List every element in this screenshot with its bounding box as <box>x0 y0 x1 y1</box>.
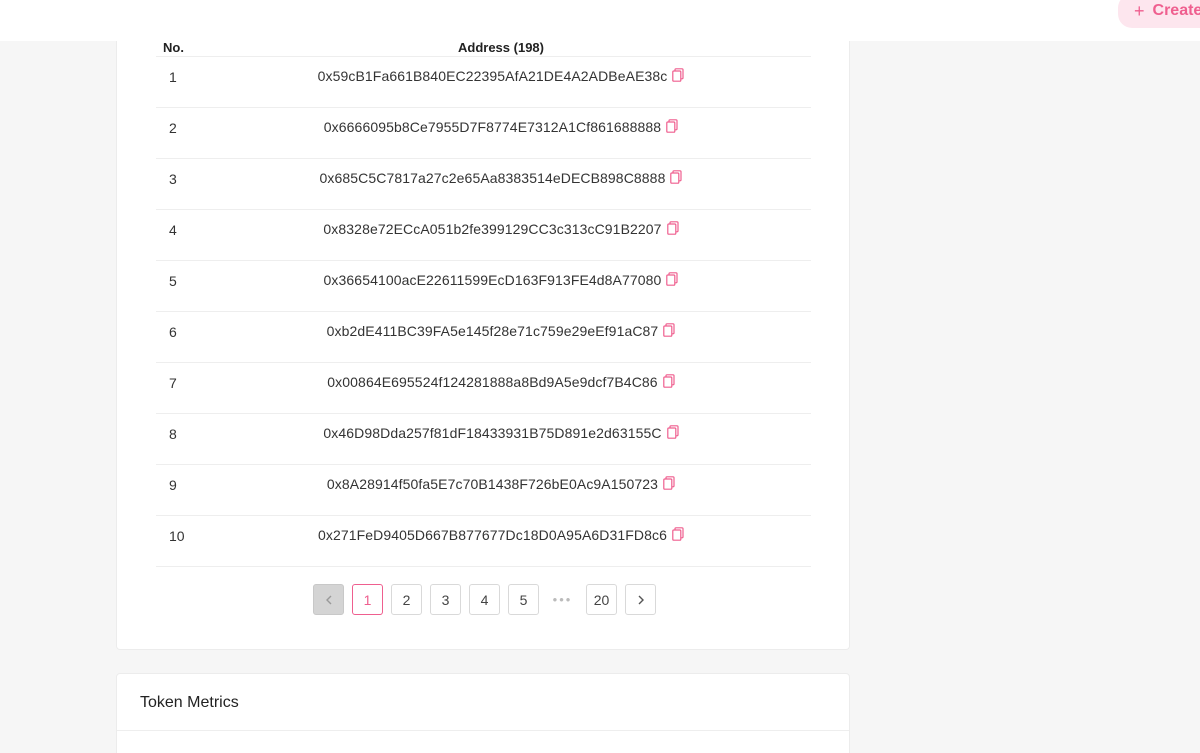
table-row: 8 0x46D98Dda257f81dF18433931B75D891e2d631… <box>156 414 811 465</box>
table-row: 5 0x36654100acE22611599EcD163F913FE4d8A77… <box>156 261 811 312</box>
address-cell: 0xb2dE411BC39FA5e145f28e71c759e29eEf91aC… <box>156 322 846 339</box>
holder-address[interactable]: 0x00864E695524f124281888a8Bd9A5e9dcf7B4C… <box>327 374 657 390</box>
pagination: 1 2 3 4 5 ••• 20 <box>313 584 656 615</box>
address-cell: 0x6666095b8Ce7955D7F8774E7312A1Cf8616888… <box>156 118 846 135</box>
copy-icon[interactable] <box>663 322 675 337</box>
holder-address[interactable]: 0x36654100acE22611599EcD163F913FE4d8A770… <box>324 272 662 288</box>
page-button-3[interactable]: 3 <box>430 584 461 615</box>
address-cell: 0x36654100acE22611599EcD163F913FE4d8A770… <box>156 271 846 288</box>
holder-address[interactable]: 0xb2dE411BC39FA5e145f28e71c759e29eEf91aC… <box>327 323 659 339</box>
holders-table-body: 1 0x59cB1Fa661B840EC22395AfA21DE4A2ADBeAE… <box>156 57 811 567</box>
create-button[interactable]: + Create <box>1118 0 1200 28</box>
address-cell: 0x59cB1Fa661B840EC22395AfA21DE4A2ADBeAE3… <box>156 67 846 84</box>
table-row: 4 0x8328e72ECcA051b2fe399129CC3c313cC91B2… <box>156 210 811 261</box>
column-header-address: Address (198) <box>458 40 544 55</box>
table-row: 1 0x59cB1Fa661B840EC22395AfA21DE4A2ADBeAE… <box>156 57 811 108</box>
page-button-2[interactable]: 2 <box>391 584 422 615</box>
address-cell: 0x00864E695524f124281888a8Bd9A5e9dcf7B4C… <box>156 373 846 390</box>
copy-icon[interactable] <box>670 169 683 184</box>
token-metrics-title: Token Metrics <box>140 694 239 711</box>
copy-icon[interactable] <box>672 526 684 541</box>
page-button-1[interactable]: 1 <box>352 584 383 615</box>
chevron-right-icon <box>638 595 644 604</box>
address-cell: 0x8328e72ECcA051b2fe399129CC3c313cC91B22… <box>156 220 846 237</box>
token-metrics-card: Token Metrics <box>116 673 850 753</box>
copy-icon[interactable] <box>666 271 679 286</box>
holder-address[interactable]: 0x8A28914f50fa5E7c70B1438F726bE0Ac9A1507… <box>327 476 658 492</box>
copy-icon[interactable] <box>672 67 684 82</box>
holders-card: No. Address (198) 1 0x59cB1Fa661B840EC223… <box>116 40 850 650</box>
divider <box>117 730 849 731</box>
copy-icon[interactable] <box>663 475 675 490</box>
prev-page-button[interactable] <box>313 584 344 615</box>
chevron-left-icon <box>325 595 331 604</box>
plus-icon: + <box>1134 1 1145 21</box>
table-row: 6 0xb2dE411BC39FA5e145f28e71c759e29eEf91a… <box>156 312 811 363</box>
page-button-last[interactable]: 20 <box>586 584 617 615</box>
address-cell: 0x8A28914f50fa5E7c70B1438F726bE0Ac9A1507… <box>156 475 846 492</box>
table-row: 3 0x685C5C7817a27c2e65Aa8383514eDECB898C8… <box>156 159 811 210</box>
address-cell: 0x271FeD9405D667B877677Dc18D0A95A6D31FD8… <box>156 526 846 543</box>
page-button-4[interactable]: 4 <box>469 584 500 615</box>
page-button-5[interactable]: 5 <box>508 584 539 615</box>
next-page-button[interactable] <box>625 584 656 615</box>
table-row: 7 0x00864E695524f124281888a8Bd9A5e9dcf7B4… <box>156 363 811 414</box>
copy-icon[interactable] <box>666 220 679 235</box>
holder-address[interactable]: 0x6666095b8Ce7955D7F8774E7312A1Cf8616888… <box>324 119 661 135</box>
table-row: 9 0x8A28914f50fa5E7c70B1438F726bE0Ac9A150… <box>156 465 811 516</box>
holder-address[interactable]: 0x685C5C7817a27c2e65Aa8383514eDECB898C88… <box>320 170 666 186</box>
table-row: 10 0x271FeD9405D667B877677Dc18D0A95A6D31F… <box>156 516 811 567</box>
holder-address[interactable]: 0x8328e72ECcA051b2fe399129CC3c313cC91B22… <box>323 221 661 237</box>
create-button-label: Create <box>1152 2 1200 19</box>
top-bar: + Create <box>0 0 1200 41</box>
page-ellipsis[interactable]: ••• <box>547 584 578 615</box>
address-cell: 0x46D98Dda257f81dF18433931B75D891e2d6315… <box>156 424 846 441</box>
holder-address[interactable]: 0x46D98Dda257f81dF18433931B75D891e2d6315… <box>323 425 661 441</box>
copy-icon[interactable] <box>666 118 678 133</box>
table-row: 2 0x6666095b8Ce7955D7F8774E7312A1Cf861688… <box>156 108 811 159</box>
copy-icon[interactable] <box>666 424 679 439</box>
holder-address[interactable]: 0x271FeD9405D667B877677Dc18D0A95A6D31FD8… <box>318 527 667 543</box>
holder-address[interactable]: 0x59cB1Fa661B840EC22395AfA21DE4A2ADBeAE3… <box>318 68 668 84</box>
table-header: No. Address (198) <box>156 40 811 57</box>
copy-icon[interactable] <box>662 373 675 388</box>
address-cell: 0x685C5C7817a27c2e65Aa8383514eDECB898C88… <box>156 169 846 186</box>
